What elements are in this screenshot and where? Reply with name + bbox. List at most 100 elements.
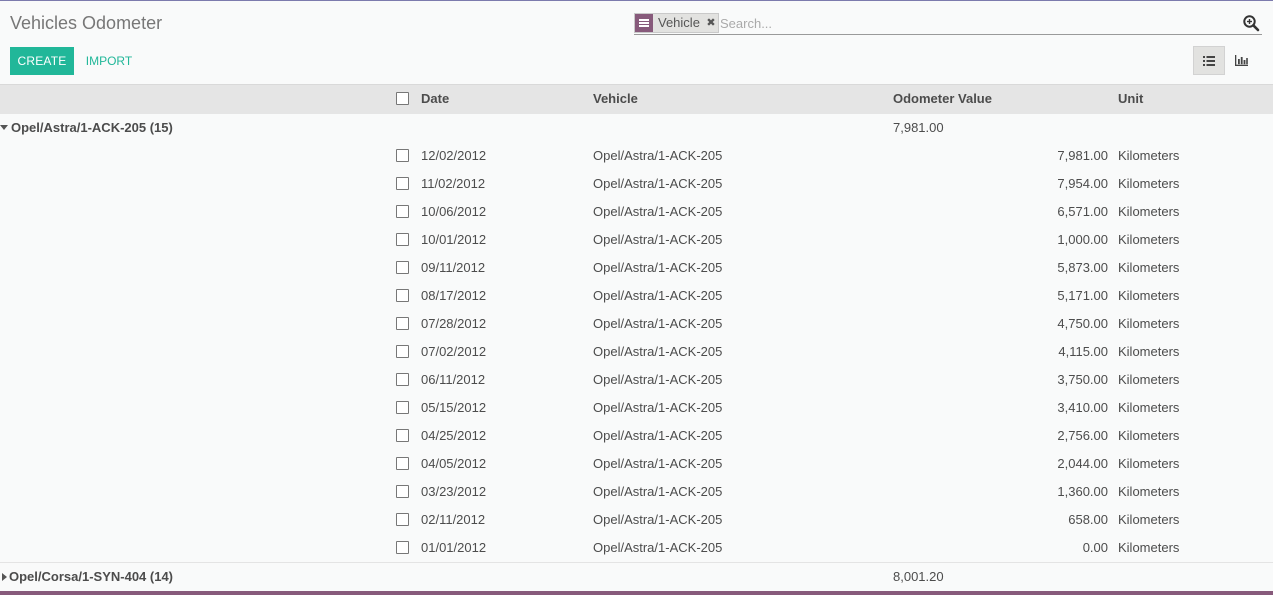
- row-odometer: 7,981.00: [1057, 148, 1108, 163]
- row-odometer: 2,044.00: [1057, 456, 1108, 471]
- row-checkbox[interactable]: [396, 541, 409, 554]
- row-checkbox[interactable]: [396, 317, 409, 330]
- row-checkbox[interactable]: [396, 457, 409, 470]
- table-row[interactable]: 01/01/2012 Opel/Astra/1-ACK-205 0.00 Kilome…: [0, 534, 1273, 562]
- row-vehicle: Opel/Astra/1-ACK-205: [593, 484, 723, 499]
- list-view-icon: [1203, 55, 1215, 66]
- table-row[interactable]: 08/17/2012 Opel/Astra/1-ACK-205 5,171.00 Ki…: [0, 282, 1273, 310]
- row-vehicle: Opel/Astra/1-ACK-205: [593, 344, 723, 359]
- import-button[interactable]: IMPORT: [80, 47, 138, 75]
- row-odometer: 1,360.00: [1057, 484, 1108, 499]
- group-name: Opel/Astra/1-ACK-205 (15): [11, 120, 173, 135]
- row-checkbox[interactable]: [396, 233, 409, 246]
- row-date: 10/06/2012: [421, 204, 487, 219]
- row-date: 04/05/2012: [421, 456, 487, 471]
- facet-remove-icon[interactable]: ✖: [704, 14, 718, 32]
- row-date: 06/11/2012: [421, 372, 486, 387]
- column-header-unit[interactable]: Unit: [1118, 85, 1143, 113]
- search-facet[interactable]: Vehicle ✖: [634, 13, 719, 33]
- group-by-icon: [635, 14, 653, 32]
- row-unit: Kilometers: [1118, 344, 1180, 359]
- row-checkbox[interactable]: [396, 345, 409, 358]
- row-unit: Kilometers: [1118, 316, 1180, 331]
- row-unit: Kilometers: [1118, 148, 1180, 163]
- row-date: 12/02/2012: [421, 148, 487, 163]
- row-odometer: 3,410.00: [1057, 400, 1108, 415]
- table-row[interactable]: 04/05/2012 Opel/Astra/1-ACK-205 2,044.00 Ki…: [0, 450, 1273, 478]
- table-row[interactable]: 06/11/2012 Opel/Astra/1-ACK-205 3,750.00 Ki…: [0, 366, 1273, 394]
- row-checkbox[interactable]: [396, 205, 409, 218]
- row-checkbox[interactable]: [396, 289, 409, 302]
- row-unit: Kilometers: [1118, 456, 1180, 471]
- row-odometer: 4,115.00: [1058, 344, 1108, 359]
- row-checkbox[interactable]: [396, 401, 409, 414]
- row-odometer: 5,171.00: [1057, 288, 1108, 303]
- row-odometer: 7,954.00: [1057, 176, 1108, 191]
- row-unit: Kilometers: [1118, 428, 1180, 443]
- table-row[interactable]: 07/02/2012 Opel/Astra/1-ACK-205 4,115.00 Ki…: [0, 338, 1273, 366]
- table-row[interactable]: 10/06/2012 Opel/Astra/1-ACK-205 6,571.00 Ki…: [0, 198, 1273, 226]
- row-unit: Kilometers: [1118, 260, 1180, 275]
- row-date: 04/25/2012: [421, 428, 487, 443]
- row-date: 07/28/2012: [421, 316, 487, 331]
- table-header: Date Vehicle Odometer Value Unit: [0, 85, 1273, 114]
- table-row[interactable]: 07/28/2012 Opel/Astra/1-ACK-205 4,750.00 Ki…: [0, 310, 1273, 338]
- row-odometer: 6,571.00: [1057, 204, 1108, 219]
- row-unit: Kilometers: [1118, 540, 1180, 555]
- search-input[interactable]: [720, 13, 1220, 33]
- row-unit: Kilometers: [1118, 512, 1180, 527]
- row-vehicle: Opel/Astra/1-ACK-205: [593, 260, 723, 275]
- caret-right-icon: [2, 573, 7, 581]
- table-row[interactable]: 05/15/2012 Opel/Astra/1-ACK-205 3,410.00 Ki…: [0, 394, 1273, 422]
- select-all-checkbox[interactable]: [396, 92, 409, 105]
- search-icon[interactable]: [1242, 14, 1260, 32]
- create-button[interactable]: CREATE: [10, 47, 74, 75]
- row-odometer: 658.00: [1068, 512, 1108, 527]
- column-header-date[interactable]: Date: [421, 85, 449, 113]
- row-vehicle: Opel/Astra/1-ACK-205: [593, 540, 723, 555]
- bottom-border: [0, 591, 1273, 595]
- row-vehicle: Opel/Astra/1-ACK-205: [593, 148, 723, 163]
- row-unit: Kilometers: [1118, 232, 1180, 247]
- row-checkbox[interactable]: [396, 429, 409, 442]
- row-odometer: 0.00: [1082, 540, 1108, 555]
- table-row[interactable]: 12/02/2012 Opel/Astra/1-ACK-205 7,981.00 Ki…: [0, 142, 1273, 170]
- row-checkbox[interactable]: [396, 261, 409, 274]
- row-vehicle: Opel/Astra/1-ACK-205: [593, 176, 723, 191]
- table-row[interactable]: 10/01/2012 Opel/Astra/1-ACK-205 1,000.00 Ki…: [0, 226, 1273, 254]
- group-total: 7,981.00: [893, 120, 944, 135]
- table-row[interactable]: 03/23/2012 Opel/Astra/1-ACK-205 1,360.00 Ki…: [0, 478, 1273, 506]
- row-vehicle: Opel/Astra/1-ACK-205: [593, 288, 723, 303]
- row-odometer: 4,750.00: [1057, 316, 1108, 331]
- row-checkbox[interactable]: [396, 485, 409, 498]
- group-row[interactable]: Opel/Astra/1-ACK-205 (15) 7,981.00: [0, 114, 1273, 142]
- control-panel: Vehicles Odometer Vehicle ✖ CREATE IMPOR…: [0, 1, 1273, 84]
- row-date: 05/15/2012: [421, 400, 487, 415]
- row-unit: Kilometers: [1118, 372, 1180, 387]
- row-checkbox[interactable]: [396, 373, 409, 386]
- row-vehicle: Opel/Astra/1-ACK-205: [593, 372, 723, 387]
- row-date: 02/11/2012: [421, 512, 486, 527]
- page-title: Vehicles Odometer: [10, 13, 163, 33]
- table-row[interactable]: 11/02/2012 Opel/Astra/1-ACK-205 7,954.00 Ki…: [0, 170, 1273, 198]
- row-vehicle: Opel/Astra/1-ACK-205: [593, 316, 723, 331]
- row-checkbox[interactable]: [396, 177, 409, 190]
- row-date: 03/23/2012: [421, 484, 487, 499]
- graph-view-button[interactable]: [1225, 46, 1257, 75]
- table-row[interactable]: 09/11/2012 Opel/Astra/1-ACK-205 5,873.00 Ki…: [0, 254, 1273, 282]
- group-row[interactable]: Opel/Corsa/1-SYN-404 (14) 8,001.20: [0, 563, 1273, 591]
- row-checkbox[interactable]: [396, 149, 409, 162]
- row-date: 11/02/2012: [421, 176, 486, 191]
- row-checkbox[interactable]: [396, 513, 409, 526]
- odometer-list: Date Vehicle Odometer Value Unit Opel/As…: [0, 85, 1273, 591]
- table-row[interactable]: 04/25/2012 Opel/Astra/1-ACK-205 2,756.00 Ki…: [0, 422, 1273, 450]
- list-view-button[interactable]: [1193, 46, 1225, 75]
- table-row[interactable]: 02/11/2012 Opel/Astra/1-ACK-205 658.00 Kilo…: [0, 506, 1273, 534]
- row-vehicle: Opel/Astra/1-ACK-205: [593, 400, 723, 415]
- column-header-odometer[interactable]: Odometer Value: [893, 85, 992, 113]
- column-header-vehicle[interactable]: Vehicle: [593, 85, 638, 113]
- row-unit: Kilometers: [1118, 484, 1180, 499]
- row-vehicle: Opel/Astra/1-ACK-205: [593, 204, 723, 219]
- row-odometer: 1,000.00: [1057, 232, 1108, 247]
- row-odometer: 5,873.00: [1057, 260, 1108, 275]
